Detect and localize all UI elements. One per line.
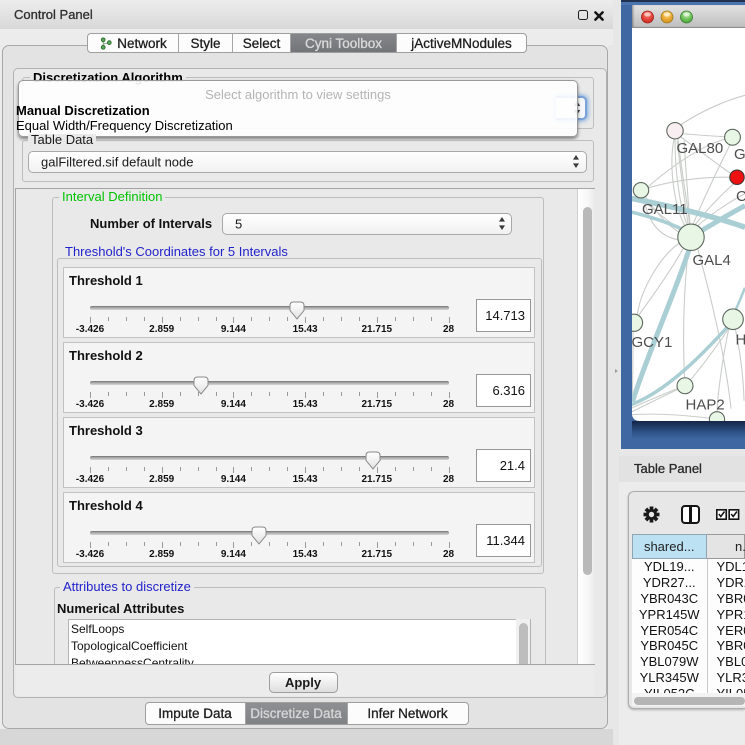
svg-text:GAL4: GAL4 — [693, 251, 731, 268]
svg-text:GAL11: GAL11 — [642, 200, 688, 217]
svg-text:COS1: COS1 — [736, 187, 745, 204]
svg-text:HIS4: HIS4 — [736, 331, 745, 348]
svg-text:HAP2: HAP2 — [686, 396, 725, 413]
svg-text:GCY1: GCY1 — [632, 333, 672, 350]
svg-text:GAL2: GAL2 — [734, 145, 745, 162]
svg-text:GAL80: GAL80 — [677, 139, 724, 156]
